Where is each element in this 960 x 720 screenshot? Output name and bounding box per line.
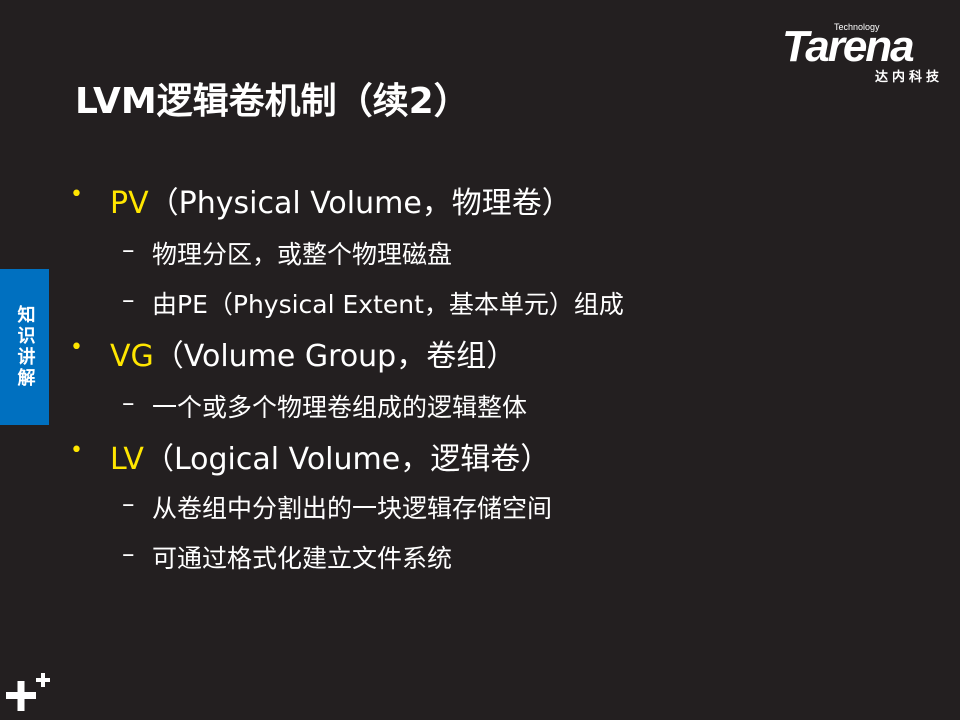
- sub-text: 由PE（Physical Extent，基本单元）组成: [152, 290, 624, 319]
- sub-text: 从卷组中分割出的一块逻辑存储空间: [152, 494, 553, 523]
- term-pv: PV: [110, 186, 149, 221]
- dash: –: [122, 489, 135, 518]
- side-tab-knowledge: 知识讲解: [0, 269, 49, 425]
- dash: –: [122, 388, 135, 417]
- tarena-logo: Tarena Technology 达内科技: [782, 22, 947, 85]
- sub-text: 物理分区，或整个物理磁盘: [152, 240, 453, 269]
- side-tab-label: 知识讲解: [14, 305, 36, 389]
- term-vg: VG: [110, 339, 154, 374]
- term-desc: （Volume Group，卷组）: [153, 339, 517, 374]
- bullet-dot: •: [70, 438, 83, 463]
- sub-text: 可通过格式化建立文件系统: [152, 544, 453, 573]
- term-desc: （Physical Volume，物理卷）: [148, 186, 572, 221]
- dash: –: [122, 285, 135, 314]
- plus-decoration-icon: [6, 673, 50, 711]
- bullet-dot: •: [70, 335, 83, 360]
- logo-technology: Technology: [834, 22, 880, 32]
- sub-text: 一个或多个物理卷组成的逻辑整体: [152, 393, 528, 422]
- bullet-dot: •: [70, 182, 83, 207]
- dash: –: [122, 235, 135, 264]
- logo-chinese: 达内科技: [874, 70, 943, 85]
- term-lv: LV: [110, 442, 144, 477]
- slide-title: LVM逻辑卷机制（续2）: [75, 81, 470, 122]
- dash: –: [122, 539, 135, 568]
- term-desc: （Logical Volume，逻辑卷）: [143, 442, 551, 477]
